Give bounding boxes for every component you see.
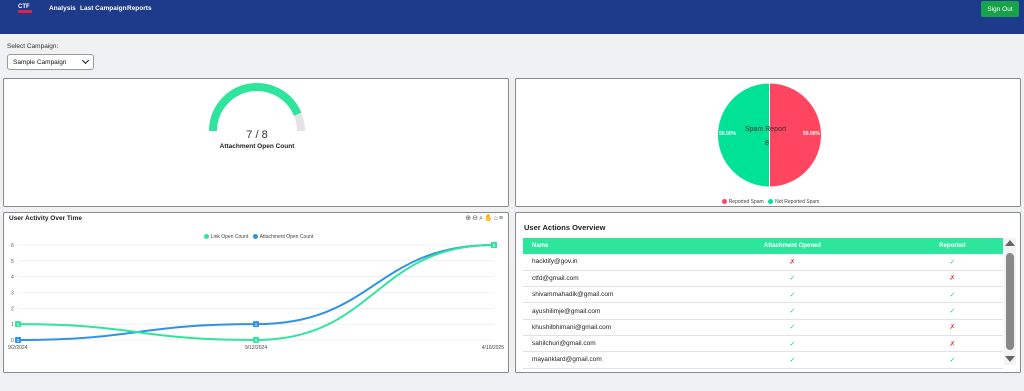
cell-reported-value: ✓: [949, 356, 956, 364]
cell-reported: ✓: [901, 351, 1003, 369]
table-row: mayanklard@gmail.com ✓ ✓: [523, 351, 1003, 369]
cell-reported-value: ✓: [949, 308, 956, 316]
table-row: hacktify@gov.in ✗ ✓: [523, 254, 1003, 271]
cell-reported: ✗: [901, 335, 1003, 353]
campaign-select[interactable]: Sample Campaign: [7, 54, 94, 70]
table-row: shivammahadik@gmail.com ✓ ✓: [523, 286, 1003, 304]
legend-dot-not-reported: [768, 199, 774, 205]
table-row: ayushilimje@gmail.com ✓ ✓: [523, 302, 1003, 320]
cell-name: ctfd@gmail.com: [523, 270, 683, 288]
legend-dot-reported: [721, 199, 727, 205]
cell-name: mayanklard@gmail.com: [523, 351, 683, 369]
table-row: khushilbhimani@gmail.com ✓ ✗: [523, 319, 1003, 336]
cell-reported: ✓: [901, 302, 1003, 320]
cell-attachment-opened-value: ✓: [789, 291, 796, 299]
gauge-label: Attachment Open Count: [219, 143, 295, 150]
pie-value: 8: [765, 140, 769, 147]
header-name[interactable]: Name: [523, 238, 683, 254]
cell-reported-value: ✓: [949, 291, 956, 299]
cell-attachment-opened: ✓: [683, 302, 902, 320]
nav-link-analysis[interactable]: Analysis: [49, 5, 76, 12]
cell-name: ayushilimje@gmail.com: [523, 302, 683, 320]
top-navbar: CTF Analysis Last Campaign Reports Sign …: [0, 0, 1024, 34]
cell-attachment-opened: ✓: [683, 335, 902, 353]
nav-link-last-campaign[interactable]: Last Campaign: [80, 5, 127, 12]
x-tick-label: 4/10/2025: [482, 345, 504, 351]
cell-name-value: shivammahadik@gmail.com: [532, 291, 614, 299]
cell-attachment-opened-value: ✓: [789, 275, 796, 283]
cell-reported: ✗: [901, 270, 1003, 288]
pie-chart: [717, 82, 822, 188]
y-tick-label: 4: [11, 275, 14, 281]
cell-name-value: mayanklard@gmail.com: [532, 356, 602, 364]
cell-name-value: hacktify@gov.in: [532, 258, 578, 266]
cell-attachment-opened: ✓: [683, 351, 902, 369]
cell-attachment-opened: ✓: [683, 270, 902, 288]
cell-reported-value: ✓: [949, 258, 956, 266]
y-tick-label: 0: [11, 338, 14, 344]
cell-name-value: ayushilimje@gmail.com: [532, 307, 601, 315]
header-reported[interactable]: Reported: [901, 238, 1003, 254]
campaign-select-value: Sample Campaign: [13, 59, 67, 66]
cell-reported-value: ✗: [949, 324, 956, 332]
y-tick-label: 1: [11, 322, 14, 328]
x-tick-label: 9/2/2024: [8, 345, 28, 351]
spam-report-card: Spam Report 8 50.00% 50.00% Reported Spa…: [515, 78, 1021, 207]
x-tick-label: 9/12/2024: [245, 345, 267, 351]
cell-name-value: sahilchuri@gmail.com: [532, 340, 596, 348]
cell-attachment-opened: ✓: [683, 319, 902, 336]
campaign-select-label: Select Campaign:: [7, 43, 59, 50]
cell-reported: ✓: [901, 286, 1003, 304]
y-tick-label: 6: [11, 243, 14, 249]
cell-name: hacktify@gov.in: [523, 254, 683, 271]
gauge-value: 7 / 8: [246, 129, 268, 141]
table-row: ctfd@gmail.com ✓ ✗: [523, 270, 1003, 288]
scroll-up-arrow-icon[interactable]: [1005, 240, 1015, 246]
cell-name: shivammahadik@gmail.com: [523, 286, 683, 304]
cell-attachment-opened-value: ✓: [789, 356, 796, 364]
cell-reported-value: ✗: [949, 275, 956, 283]
user-activity-card: User Activity Over Time ⊕⊖⌕✋⌂≡ Link Open…: [3, 212, 509, 373]
cell-name: sahilchuri@gmail.com: [523, 335, 683, 353]
chevron-down-icon: [81, 56, 90, 65]
logo-bar: [18, 10, 32, 13]
gauge-track: [209, 83, 305, 132]
app-logo[interactable]: CTF: [18, 4, 34, 14]
scrollbar-thumb[interactable]: [1006, 253, 1014, 350]
pie-label-right: 50.00%: [803, 131, 820, 137]
user-actions-table: Name Attachment Opened Reported hacktify…: [523, 238, 1003, 369]
user-actions-card: User Actions Overview Name Attachment Op…: [515, 212, 1021, 373]
header-attachment-opened[interactable]: Attachment Opened: [683, 238, 902, 254]
y-tick-label: 5: [11, 259, 14, 265]
cell-reported: ✓: [901, 254, 1003, 271]
cell-attachment-opened: ✗: [683, 254, 902, 271]
pie-title: Spam Report: [745, 126, 787, 133]
attachment-gauge-card: 7 / 8 Attachment Open Count: [3, 78, 509, 207]
cell-attachment-opened-value: ✓: [789, 324, 796, 332]
pie-label-left: 50.00%: [719, 131, 736, 137]
cell-attachment-opened-value: ✓: [789, 308, 796, 316]
cell-attachment-opened-value: ✓: [789, 340, 796, 348]
pie-legend: Reported Spam Not Reported Spam: [516, 199, 1022, 205]
y-tick-label: 3: [11, 291, 14, 297]
sign-out-button[interactable]: Sign Out: [981, 1, 1019, 17]
cell-attachment-opened-value: ✗: [789, 258, 796, 266]
line-chart: 01234569/2/20249/12/20244/10/2025016106: [8, 242, 504, 351]
gauge-fill: [209, 83, 302, 132]
cell-name-value: ctfd@gmail.com: [532, 274, 579, 282]
legend-not-reported[interactable]: Not Reported Spam: [775, 199, 819, 205]
legend-reported[interactable]: Reported Spam: [729, 199, 764, 205]
cell-attachment-opened: ✓: [683, 286, 902, 304]
table-header-row: Name Attachment Opened Reported: [523, 238, 1003, 254]
cell-name: khushilbhimani@gmail.com: [523, 319, 683, 336]
cell-name-value: khushilbhimani@gmail.com: [532, 323, 612, 331]
nav-link-reports[interactable]: Reports: [127, 5, 152, 12]
table-row: sahilchuri@gmail.com ✓ ✗: [523, 335, 1003, 353]
y-tick-label: 2: [11, 306, 14, 312]
table-title: User Actions Overview: [524, 223, 606, 232]
cell-reported-value: ✗: [949, 340, 956, 348]
scroll-down-arrow-icon[interactable]: [1005, 356, 1015, 362]
cell-reported: ✗: [901, 319, 1003, 336]
